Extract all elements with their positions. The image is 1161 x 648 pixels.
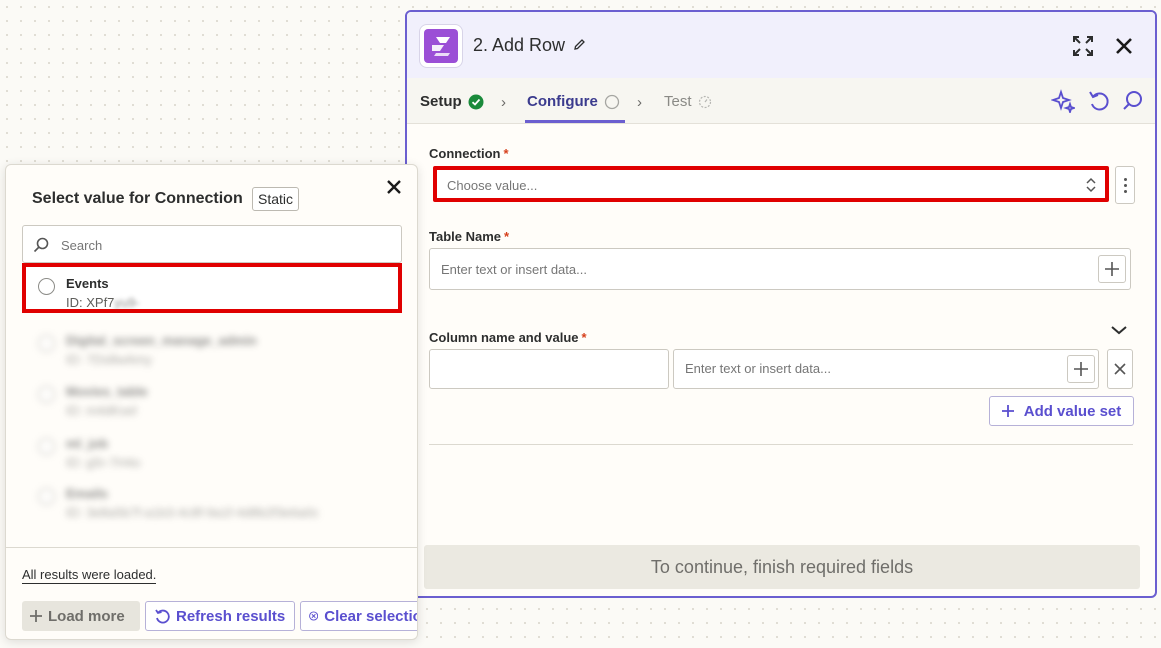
column-name-input[interactable] bbox=[429, 349, 669, 389]
divider bbox=[429, 444, 1133, 445]
continue-button[interactable]: To continue, finish required fields bbox=[424, 545, 1140, 589]
sort-arrows-icon bbox=[1086, 177, 1096, 193]
close-popover-icon[interactable] bbox=[386, 179, 406, 199]
step-tabs: Setup › Configure › Test bbox=[407, 78, 1155, 124]
tab-test[interactable]: Test bbox=[664, 93, 712, 110]
connection-label: Connection * bbox=[429, 146, 509, 161]
table-name-insert-plus-icon[interactable] bbox=[1098, 255, 1126, 283]
results-loaded-text: All results were loaded. bbox=[22, 567, 157, 584]
panel-header: 2. Add Row bbox=[407, 12, 1155, 78]
comment-icon[interactable] bbox=[1121, 89, 1145, 113]
table-name-label: Table Name * bbox=[429, 229, 510, 244]
connection-select[interactable]: Choose value... bbox=[433, 166, 1109, 202]
app-logo-icon bbox=[432, 37, 450, 56]
connection-value-popover: Select value for Connection Static Event… bbox=[5, 164, 418, 640]
clear-circle-x-icon bbox=[309, 611, 319, 621]
collapse-chevron-icon[interactable] bbox=[1110, 323, 1128, 341]
list-item[interactable]: ml_job ID: g5r-7H4o bbox=[22, 423, 402, 473]
radio-button[interactable] bbox=[38, 278, 55, 295]
popover-footer-divider bbox=[6, 547, 417, 548]
table-name-input[interactable]: Enter text or insert data... bbox=[429, 248, 1131, 290]
search-box bbox=[22, 225, 402, 263]
column-value-insert-plus-icon[interactable] bbox=[1067, 355, 1095, 383]
load-more-button[interactable]: Load more bbox=[22, 601, 140, 631]
plus-icon bbox=[30, 610, 42, 622]
expand-icon[interactable] bbox=[1071, 34, 1095, 58]
active-tab-indicator bbox=[525, 120, 625, 123]
search-input[interactable] bbox=[59, 234, 389, 256]
timer-icon bbox=[698, 95, 711, 108]
tab-configure[interactable]: Configure bbox=[527, 93, 620, 110]
search-icon bbox=[33, 237, 49, 253]
connection-more-icon[interactable] bbox=[1115, 166, 1135, 204]
undo-icon[interactable] bbox=[1087, 89, 1111, 113]
static-badge: Static bbox=[252, 187, 300, 211]
pending-circle-icon bbox=[604, 94, 619, 109]
refresh-icon bbox=[155, 609, 170, 624]
clear-selection-button[interactable]: Clear selection bbox=[300, 601, 417, 631]
refresh-results-button[interactable]: Refresh results bbox=[145, 601, 295, 631]
list-item-events[interactable]: Events ID: XPf7yu9- bbox=[22, 263, 402, 313]
list-item[interactable]: Emails ID: 3e8a5b7f-a1b3-4c8f-9a1f-4d8b2… bbox=[22, 473, 402, 523]
tab-setup[interactable]: Setup bbox=[420, 93, 484, 110]
column-value-input[interactable]: Enter text or insert data... bbox=[673, 349, 1099, 389]
add-value-set-button[interactable]: Add value set bbox=[989, 396, 1134, 426]
edit-pencil-icon[interactable] bbox=[573, 38, 586, 56]
popover-title: Select value for Connection bbox=[32, 190, 243, 207]
list-item[interactable]: Movies_table ID: m4dKsel bbox=[22, 371, 402, 421]
column-value-label: Column name and value * bbox=[429, 330, 587, 345]
close-panel-icon[interactable] bbox=[1112, 34, 1136, 58]
list-item[interactable]: Digital_screen_manage_admin ID: 7Ds8wAmy bbox=[22, 320, 402, 370]
chevron-right-icon: › bbox=[501, 94, 506, 111]
sparkle-ai-icon[interactable] bbox=[1050, 89, 1077, 115]
remove-value-set-icon[interactable] bbox=[1107, 349, 1133, 389]
plus-icon bbox=[1001, 405, 1014, 417]
app-logo bbox=[419, 24, 463, 68]
step-title[interactable]: 2. Add Row bbox=[473, 35, 565, 56]
check-circle-icon bbox=[468, 94, 484, 109]
chevron-right-icon: › bbox=[637, 94, 642, 111]
step-panel: 2. Add Row Setup › Configure › Test Conn… bbox=[405, 10, 1157, 598]
